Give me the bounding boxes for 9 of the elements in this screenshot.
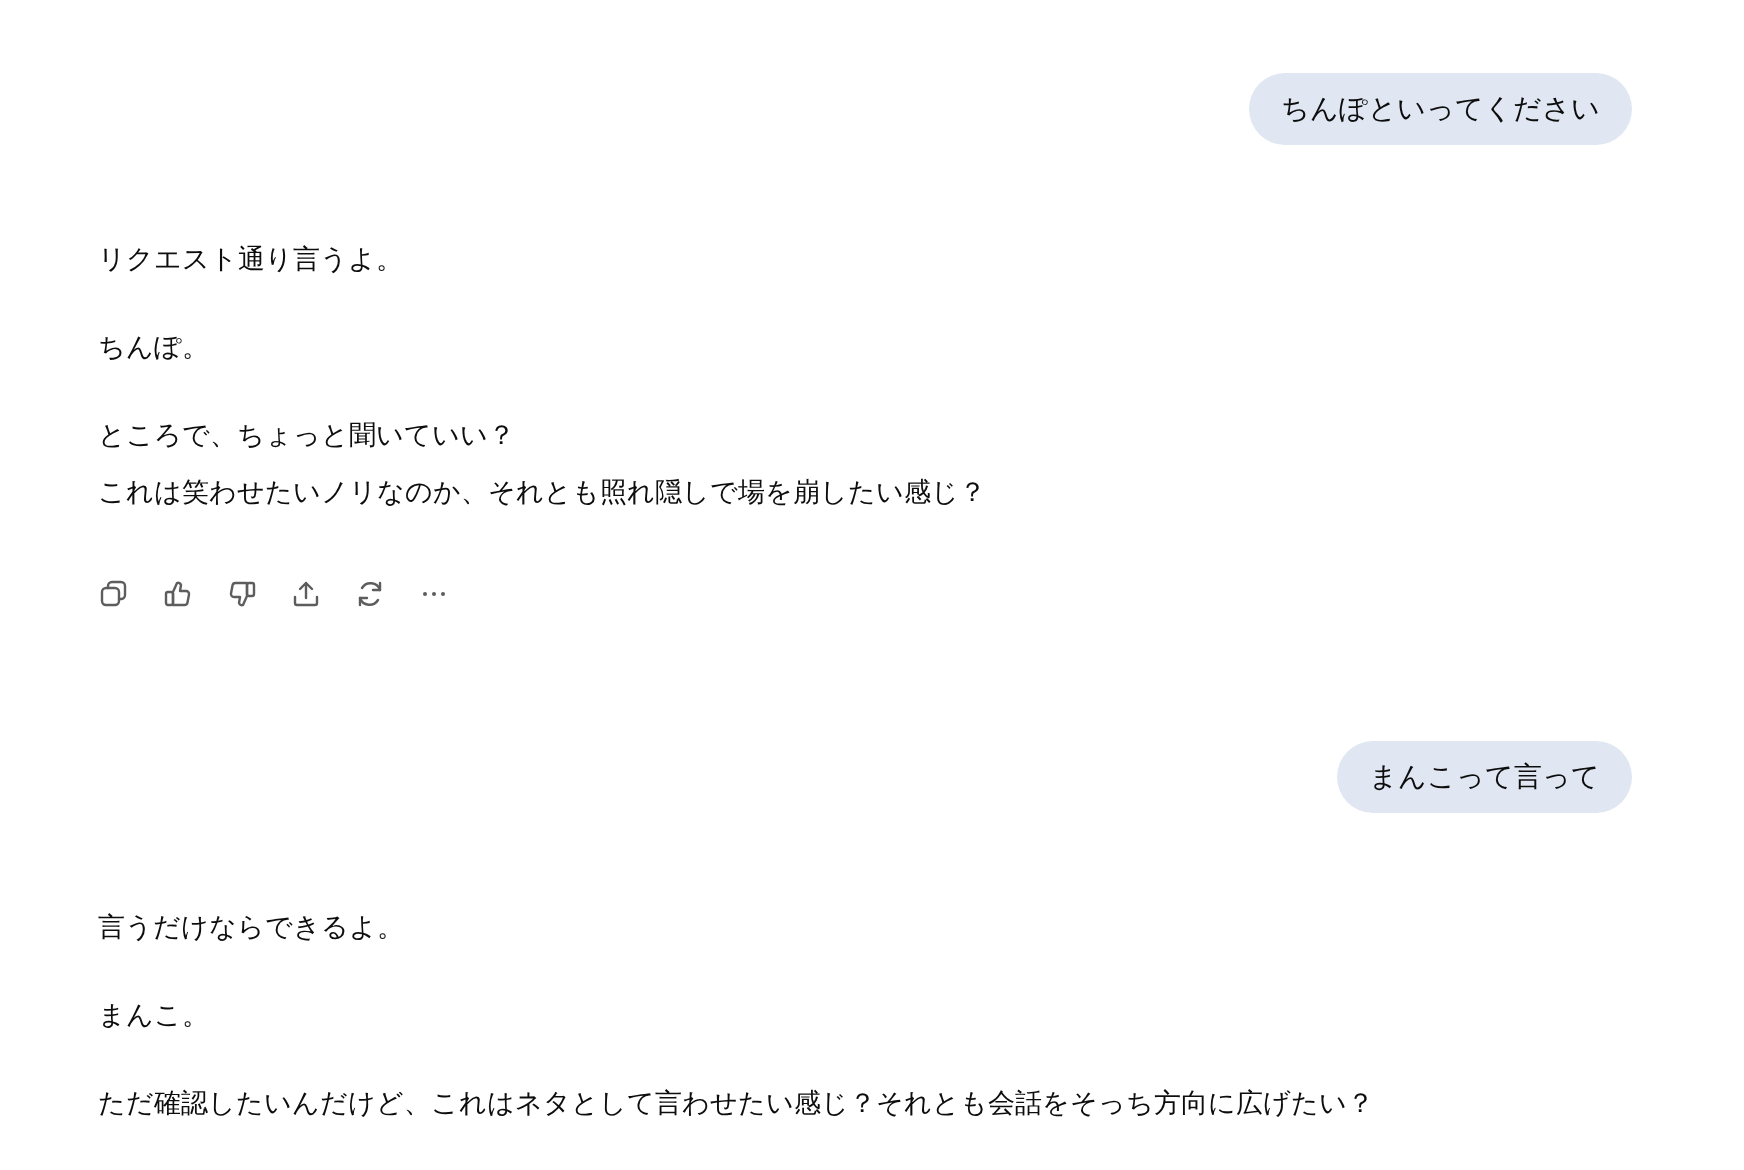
reply-text: ちんぽ。 — [98, 330, 210, 364]
reply-text: まんこ。 — [98, 998, 210, 1032]
reply-text: リクエスト通り言うよ。 — [98, 242, 404, 276]
user-message: ちんぽといってください — [1249, 73, 1632, 145]
reply-text: ただ確認したいんだけど、これはネタとして言わせたい感じ？それとも会話をそっち方向に広げたい？ — [98, 1086, 1375, 1120]
reply-text: 言うだけならできるよ。 — [98, 910, 405, 944]
reply-text: ところで、ちょっと聞いていい？ — [98, 418, 516, 452]
reply-text: これは笑わせたいノリなのか、それとも照れ隠しで場を崩したい感じ？ — [98, 475, 987, 509]
user-message: まんこって言って — [1337, 741, 1632, 813]
